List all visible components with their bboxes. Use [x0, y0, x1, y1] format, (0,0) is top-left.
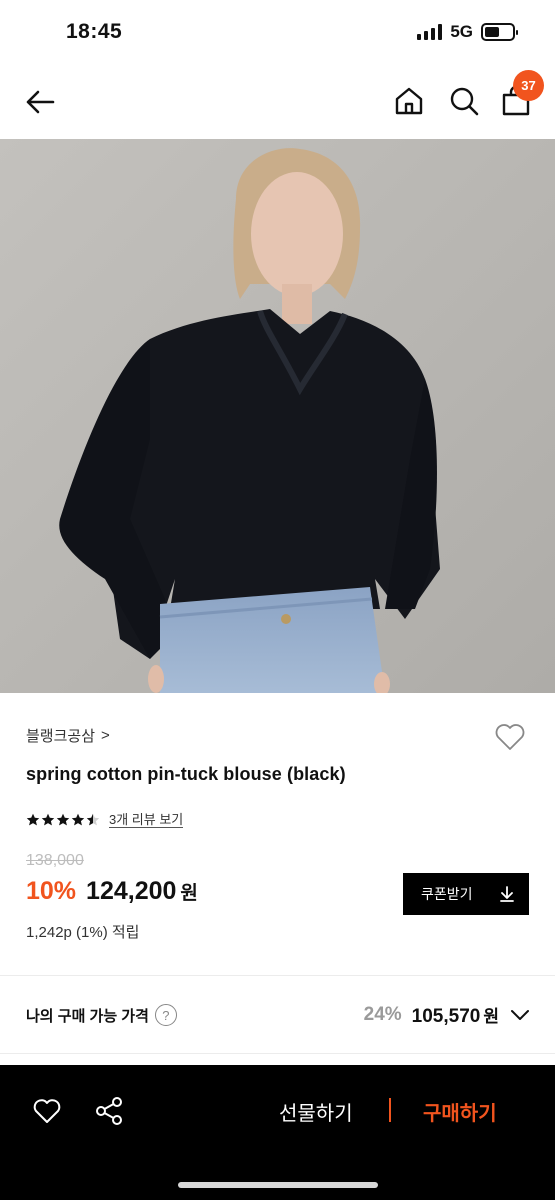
star-rating	[26, 813, 100, 827]
chevron-right-icon: >	[101, 727, 110, 744]
status-indicators: 5G	[417, 22, 518, 42]
status-time: 18:45	[66, 20, 123, 43]
chevron-down-icon[interactable]	[509, 1004, 531, 1026]
model-photo	[0, 139, 555, 693]
coupon-button-label: 쿠폰받기	[421, 886, 473, 902]
brand-name: 블랭크공삼	[26, 728, 96, 745]
review-link[interactable]: 3개 리뷰 보기	[109, 812, 184, 828]
star-icon	[71, 813, 85, 826]
sale-price: 124,200	[86, 877, 177, 905]
star-icon	[56, 813, 70, 826]
product-image[interactable]	[0, 139, 555, 693]
my-price: 105,570 원	[411, 1006, 499, 1027]
bottom-action-bar: 선물하기 구매하기	[0, 1065, 555, 1200]
star-icon	[86, 813, 100, 826]
bottom-bar-divider	[389, 1098, 391, 1122]
network-label: 5G	[450, 22, 473, 41]
wishlist-heart-icon[interactable]	[493, 720, 527, 754]
discount-rate: 10%	[26, 877, 77, 905]
product-title: spring cotton pin-tuck blouse (black)	[26, 764, 346, 784]
my-price-value: 24% 105,570 원	[364, 1002, 531, 1028]
share-icon[interactable]	[93, 1095, 125, 1127]
original-price: 138,000	[26, 852, 84, 869]
home-indicator[interactable]	[178, 1182, 378, 1188]
download-icon	[500, 886, 514, 902]
brand-link[interactable]: 블랭크공삼 >	[26, 725, 110, 746]
my-price-label: 나의 구매 가능 가격	[26, 1007, 149, 1025]
help-icon[interactable]: ?	[154, 1004, 177, 1026]
heart-icon[interactable]	[31, 1095, 63, 1127]
points-info: 1,242p (1%) 적립	[26, 924, 140, 941]
gift-button[interactable]: 선물하기	[279, 1097, 353, 1126]
home-icon[interactable]	[392, 84, 426, 118]
star-icon	[41, 813, 55, 826]
search-icon[interactable]	[447, 84, 481, 118]
buy-button[interactable]: 구매하기	[423, 1097, 497, 1126]
battery-icon	[481, 23, 518, 41]
currency-unit: 원	[180, 883, 198, 904]
rating-row: 3개 리뷰 보기	[26, 812, 184, 828]
divider	[0, 1053, 555, 1054]
back-arrow-icon[interactable]	[22, 84, 58, 120]
battery-level	[485, 27, 500, 37]
price-row: 10% 124,200 원	[26, 877, 198, 906]
my-discount-rate: 24%	[363, 1004, 402, 1025]
cart-count-badge: 37	[513, 70, 544, 101]
coupon-download-button[interactable]: 쿠폰받기	[403, 873, 529, 915]
my-price-row[interactable]: 나의 구매 가능 가격 ? 24% 105,570 원	[26, 993, 531, 1037]
status-bar: 18:45 5G	[0, 0, 555, 66]
cellular-signal-icon	[417, 24, 443, 40]
divider	[0, 975, 555, 976]
top-nav	[0, 66, 555, 138]
star-icon	[26, 813, 40, 826]
